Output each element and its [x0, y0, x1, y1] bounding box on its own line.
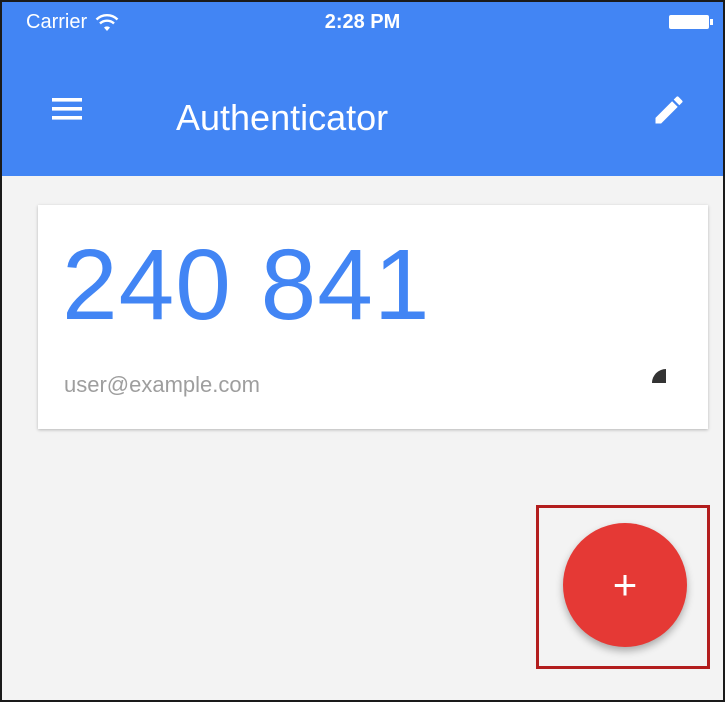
pencil-icon[interactable]: [651, 92, 687, 128]
plus-icon: +: [612, 561, 638, 608]
status-bar: Carrier 2:28 PM: [2, 2, 723, 42]
verification-code: 240 841: [62, 229, 431, 341]
account-card[interactable]: 240 841 user@example.com: [38, 205, 708, 429]
app-bar: Authenticator: [2, 42, 723, 176]
account-email: user@example.com: [64, 372, 260, 397]
app-screen: Carrier 2:28 PM Authenticator 240 841 us…: [0, 0, 725, 702]
clock: 2:28 PM: [324, 11, 401, 33]
battery-icon: [669, 15, 713, 29]
app-title: Authenticator: [176, 97, 389, 138]
add-account-button[interactable]: +: [563, 523, 687, 647]
menu-icon[interactable]: [52, 98, 82, 120]
countdown-icon: [652, 369, 666, 383]
